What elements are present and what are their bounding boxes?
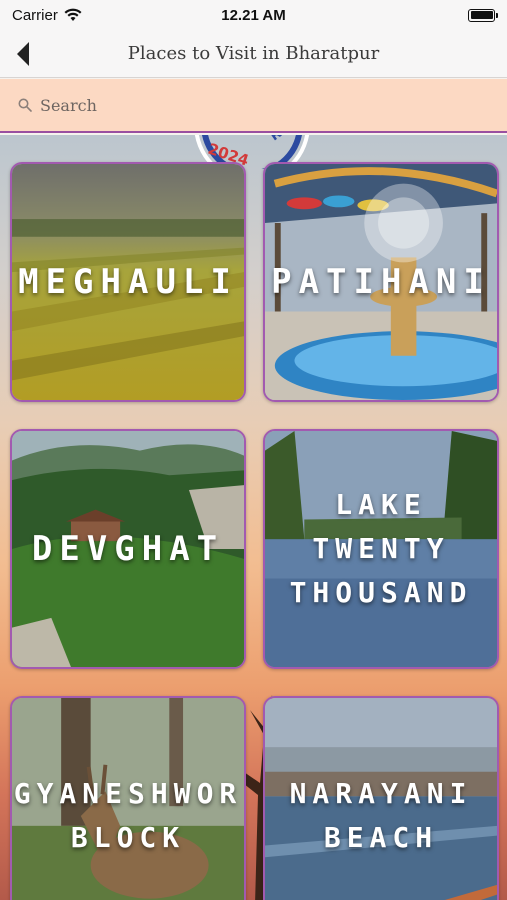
place-name: LAKE TWENTY THOUSAND (289, 488, 473, 609)
place-card-meghauli[interactable]: MEGHAULI (10, 162, 246, 402)
search-input[interactable] (40, 95, 460, 115)
search-bar (0, 79, 507, 133)
places-grid[interactable]: 2024 R MEGHAULI PATIHANI DEVGHAT LAKE TW… (0, 135, 507, 900)
wifi-icon (64, 8, 82, 21)
place-card-patihani[interactable]: PATIHANI (263, 162, 499, 402)
battery-icon (468, 8, 498, 22)
status-left: Carrier (12, 7, 82, 24)
place-name: NARAYANI BEACH (289, 777, 473, 854)
place-card-devghat[interactable]: DEVGHAT (10, 429, 246, 669)
page-title: Places to Visit in Bharatpur (127, 43, 380, 64)
status-bar: Carrier 12.21 AM (0, 0, 507, 30)
back-button[interactable] (8, 38, 38, 70)
search-icon (18, 98, 32, 112)
chevron-left-icon (17, 42, 29, 66)
svg-text:R: R (268, 135, 285, 144)
place-name: MEGHAULI (18, 262, 238, 302)
place-name: DEVGHAT (31, 529, 225, 569)
place-card-lake-twenty-thousand[interactable]: LAKE TWENTY THOUSAND (263, 429, 499, 669)
place-name: PATIHANI (271, 262, 491, 302)
carrier-label: Carrier (12, 6, 58, 24)
place-card-gyaneshwor-block[interactable]: GYANESHWOR BLOCK (10, 696, 246, 900)
place-card-narayani-beach[interactable]: NARAYANI BEACH (263, 696, 499, 900)
nav-bar: Places to Visit in Bharatpur (0, 30, 507, 78)
place-name: GYANESHWOR BLOCK (13, 777, 243, 854)
